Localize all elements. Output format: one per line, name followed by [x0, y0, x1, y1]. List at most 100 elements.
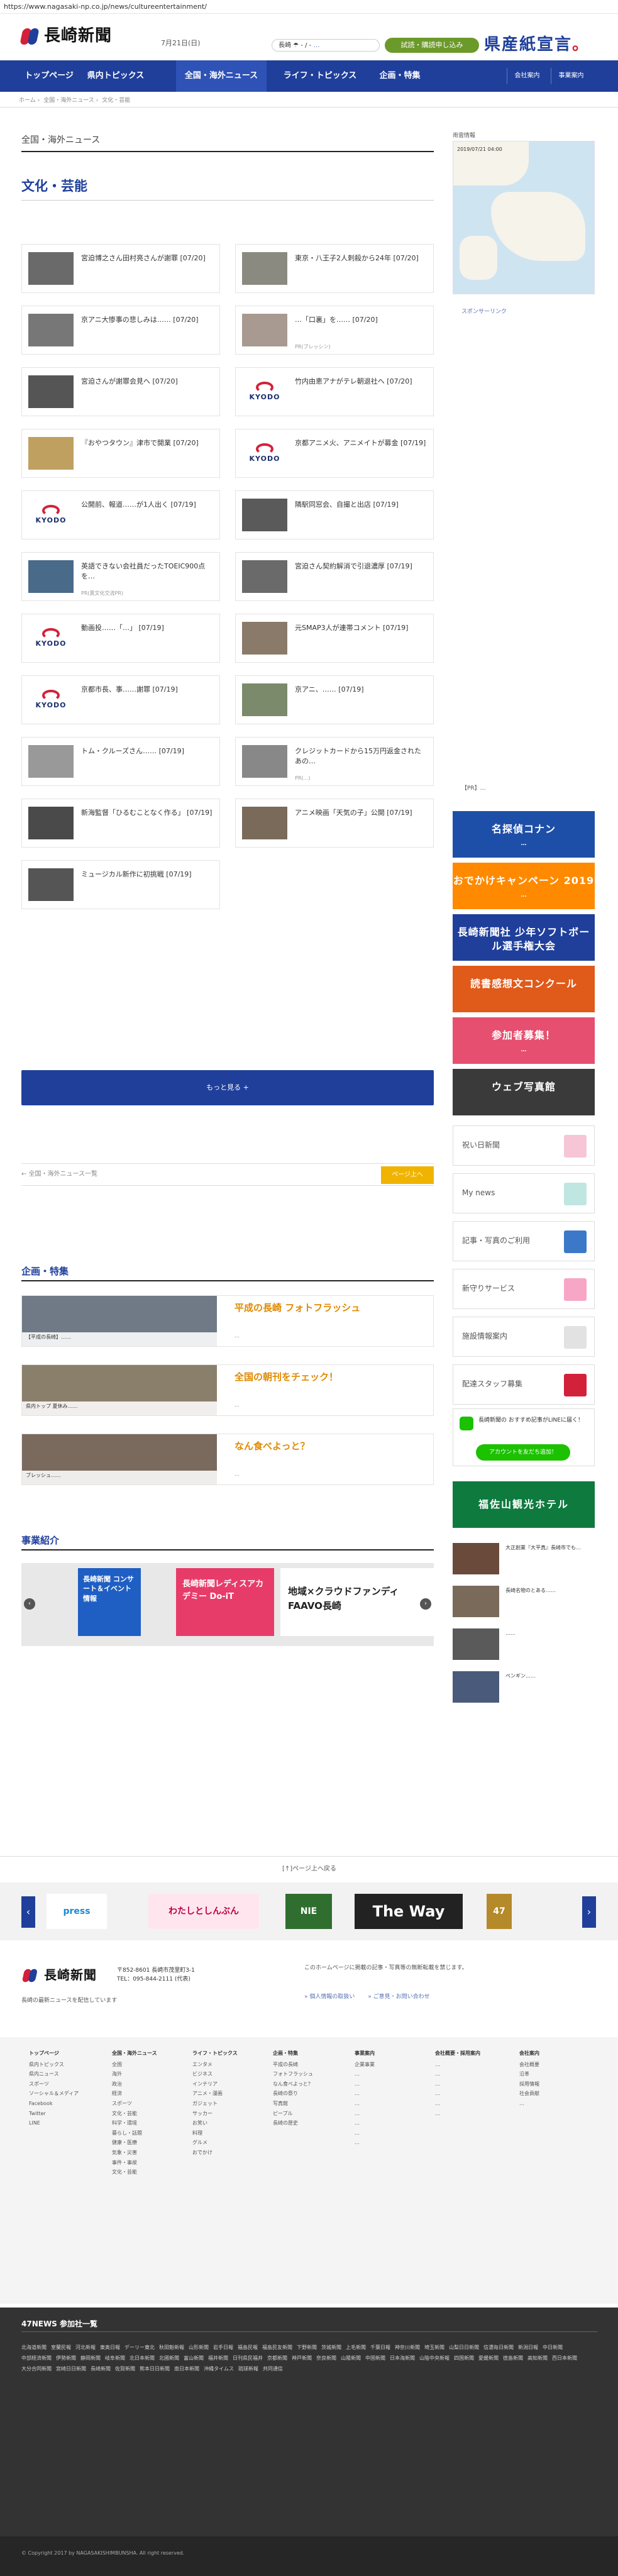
biz-tile-faavo[interactable]: 地域×クラウドファンディ FAAVO長崎 [280, 1568, 434, 1636]
sitemap-link[interactable]: 経済 [112, 2089, 157, 2099]
sitemap-link[interactable]: … [355, 2128, 375, 2138]
network-link[interactable]: 京都新聞 [267, 2353, 287, 2364]
article-title[interactable]: 京都市長、事……謝罪 [07/19] [81, 685, 213, 695]
network-link[interactable]: 中日新聞 [543, 2343, 563, 2353]
sitemap-link[interactable]: フォトフラッシュ [273, 2069, 313, 2079]
network-link[interactable]: 伊勢新聞 [56, 2353, 76, 2364]
network-link[interactable]: 神戸新聞 [292, 2353, 312, 2364]
network-link[interactable]: 大分合同新聞 [21, 2364, 52, 2375]
sitemap-link[interactable]: Facebook [29, 2099, 79, 2109]
weather-link[interactable]: … [313, 42, 319, 49]
nav-local-topics[interactable]: 県内トピックス [82, 60, 150, 92]
network-link[interactable]: 宮崎日日新聞 [56, 2364, 86, 2375]
partner-banner[interactable]: NIE [285, 1894, 332, 1929]
sitemap-link[interactable]: 気象・災害 [112, 2148, 157, 2158]
breadcrumb-home[interactable]: ホーム [19, 97, 36, 104]
article-card[interactable]: ミュージカル新作に初挑戦 [07/19] [21, 860, 220, 909]
network-link[interactable]: 山陰中央新報 [419, 2353, 450, 2364]
network-link[interactable]: 北日本新聞 [130, 2353, 155, 2364]
network-link[interactable]: 共同通信 [263, 2364, 283, 2375]
sitemap-link[interactable]: … [435, 2109, 480, 2119]
article-card[interactable]: KYODO 京都市長、事……謝罪 [07/19] [21, 675, 220, 724]
feature-card[interactable]: 【平成の長崎】…… 平成の長崎 フォトフラッシュ… [21, 1295, 434, 1347]
article-card[interactable]: …「口裏」を…… [07/20] PR(ブレッシン) [235, 306, 434, 355]
prefecture-paper-banner[interactable]: 県産紙宣言。 [484, 34, 604, 57]
article-card[interactable]: 東京・八王子2人刺殺から24年 [07/20] [235, 244, 434, 293]
sitemap-link[interactable]: なん食べよっと？ [273, 2079, 313, 2089]
network-link[interactable]: 神奈川新聞 [395, 2343, 420, 2353]
article-title[interactable]: 京アニ、…… [07/19] [295, 685, 427, 695]
sitemap-link[interactable]: ビジネス [192, 2069, 238, 2079]
subscribe-button[interactable]: 試読・購読申し込み [385, 38, 479, 53]
pager-prev-link[interactable]: ← 全国・海外ニュース一覧 [21, 1170, 97, 1179]
network-link[interactable]: 静岡新聞 [80, 2353, 101, 2364]
article-title[interactable]: 竹内由恵アナがテレ朝退社へ [07/20] [295, 377, 427, 387]
sidebar-service-button[interactable]: My news [453, 1173, 595, 1213]
network-link[interactable]: 南日本新聞 [174, 2364, 199, 2375]
sitemap-link[interactable]: … [355, 2099, 375, 2109]
article-title[interactable]: 隣駅同窓会、自撮と出店 [07/19] [295, 500, 427, 510]
sitemap-link[interactable]: 文化・芸能 [112, 2109, 157, 2119]
sitemap-link[interactable]: 長崎の祭り [273, 2089, 313, 2099]
network-link[interactable]: 富山新聞 [184, 2353, 204, 2364]
article-card[interactable]: クレジットカードから15万円返金されたあの… PR(…) [235, 737, 434, 786]
sitemap-link[interactable]: … [355, 2089, 375, 2099]
partner-banner[interactable]: わたしとしんぶん [148, 1894, 259, 1929]
sidebar-text-ad[interactable]: 【PR】… [461, 785, 591, 793]
sitemap-link[interactable]: アニメ・漫画 [192, 2089, 238, 2099]
article-title[interactable]: トム・クルーズさん…… [07/19] [81, 746, 213, 756]
sitemap-link[interactable]: … [519, 2099, 539, 2109]
network-link[interactable]: 長崎新聞 [91, 2364, 111, 2375]
sitemap-link[interactable]: … [435, 2089, 480, 2099]
article-title[interactable]: 公開前、報道……が1人出く [07/19] [81, 500, 213, 510]
article-title[interactable]: 東京・八王子2人刺殺から24年 [07/20] [295, 253, 427, 263]
sitemap-link[interactable]: 沿革 [519, 2069, 539, 2079]
biz-tile-concert[interactable]: 長崎新聞 コンサート＆イベント情報 [78, 1568, 141, 1636]
partner-banner[interactable]: The Way [355, 1894, 463, 1929]
network-link[interactable]: 四国新聞 [454, 2353, 474, 2364]
sitemap-link[interactable]: おでかけ [192, 2148, 238, 2158]
sitemap-link[interactable]: ピープル [273, 2109, 313, 2119]
sitemap-heading[interactable]: ライフ・トピックス [192, 2048, 238, 2059]
sidebar-news-item[interactable]: 大正創業『大平真』長崎市でも… [453, 1543, 595, 1579]
network-link[interactable]: 河北新報 [75, 2343, 96, 2353]
carousel-next-button[interactable]: › [582, 1896, 596, 1928]
sitemap-link[interactable]: 全国 [112, 2060, 157, 2070]
network-link[interactable]: デーリー東北 [124, 2343, 155, 2353]
sitemap-heading[interactable]: 全国・海外ニュース [112, 2048, 157, 2059]
page-top-button[interactable]: ページ上へ [381, 1166, 434, 1184]
sitemap-link[interactable]: … [435, 2079, 480, 2089]
nav-national-world[interactable]: 全国・海外ニュース [176, 60, 267, 92]
business-prev-button[interactable]: ‹ [24, 1598, 35, 1610]
back-to-top-link[interactable]: [↑]ページ上へ戻る [264, 1862, 355, 1876]
browser-url[interactable]: https://www.nagasaki-np.co.jp/news/cultu… [0, 0, 618, 14]
network-link[interactable]: 信濃毎日新聞 [483, 2343, 514, 2353]
sidebar-service-button[interactable]: 新守りサービス [453, 1269, 595, 1309]
article-title[interactable]: 動画投……「…」 [07/19] [81, 623, 213, 633]
rain-radar-map[interactable]: 2019/07/21 04:00 [453, 141, 595, 294]
network-link[interactable]: 高知新聞 [527, 2353, 548, 2364]
sidebar-service-button[interactable]: 施設情報案内 [453, 1317, 595, 1357]
sitemap-link[interactable]: 長崎の歴史 [273, 2118, 313, 2128]
sitemap-heading[interactable]: 会社概要・採用案内 [435, 2048, 480, 2059]
article-card[interactable]: 宮迫博之さん田村亮さんが謝罪 [07/20] [21, 244, 220, 293]
sitemap-link[interactable]: ソーシャル＆メディア [29, 2089, 79, 2099]
sitemap-link[interactable]: 健康・医療 [112, 2138, 157, 2148]
network-link[interactable]: 佐賀新聞 [115, 2364, 135, 2375]
feature-title[interactable]: なん食べよっと？ [235, 1440, 310, 1453]
article-title[interactable]: ミュージカル新作に初挑戦 [07/19] [81, 870, 213, 880]
network-link[interactable]: 山梨日日新聞 [449, 2343, 479, 2353]
article-title[interactable]: 英語できない会社員だったTOEIC900点を… [81, 561, 213, 582]
breadcrumb-national[interactable]: 全国・海外ニュース [43, 97, 94, 104]
sidebar-service-button[interactable]: 配達スタッフ募集 [453, 1364, 595, 1405]
network-link[interactable]: 西日本新聞 [552, 2353, 577, 2364]
feature-title[interactable]: 平成の長崎 フォトフラッシュ [235, 1302, 360, 1315]
network-link[interactable]: 奈良新聞 [316, 2353, 336, 2364]
site-logo[interactable]: 長崎新聞 [19, 25, 112, 47]
article-card[interactable]: アニメ映画「天気の子」公開 [07/19] [235, 799, 434, 848]
article-card[interactable]: 宮迫さん契約解消で引退濃厚 [07/19] [235, 552, 434, 601]
article-card[interactable]: 『おやつタウン』津市で開業 [07/20] [21, 429, 220, 478]
article-card[interactable]: KYODO 京都アニメ火、アニメイトが募金 [07/19] [235, 429, 434, 478]
sitemap-link[interactable]: 科学・環境 [112, 2118, 157, 2128]
line-add-friend-button[interactable]: アカウントを友だち追加！ [476, 1444, 570, 1461]
